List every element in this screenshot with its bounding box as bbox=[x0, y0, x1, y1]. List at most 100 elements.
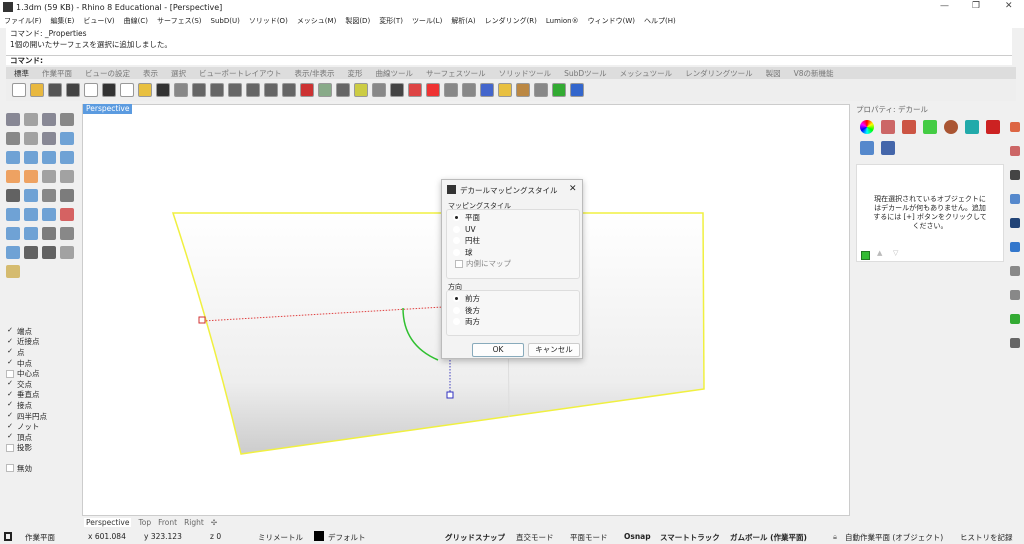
menu-item[interactable]: ヘルプ(H) bbox=[644, 16, 676, 26]
planar-toggle[interactable]: 平面モード bbox=[570, 532, 608, 543]
menu-item[interactable]: ファイル(F) bbox=[4, 16, 42, 26]
move-down-icon[interactable]: ▽ bbox=[893, 249, 898, 258]
toolbar-button-icon[interactable] bbox=[390, 83, 404, 97]
checkbox[interactable]: ✓ bbox=[6, 380, 14, 388]
toolbar-button-icon[interactable] bbox=[426, 83, 440, 97]
side-tab-icon[interactable] bbox=[1010, 266, 1020, 276]
toolbar-button-icon[interactable] bbox=[30, 83, 44, 97]
checkbox[interactable]: ✓ bbox=[6, 348, 14, 356]
osnap-item[interactable]: ✓ 接点 bbox=[2, 400, 80, 411]
side-tab-icon[interactable] bbox=[1010, 290, 1020, 300]
record-history-toggle[interactable]: ヒストリを記録 bbox=[960, 532, 1013, 543]
left-toolbar-tool-icon[interactable] bbox=[60, 170, 74, 183]
left-toolbar-tool-icon[interactable] bbox=[24, 113, 38, 126]
toolbar-button-icon[interactable] bbox=[498, 83, 512, 97]
toolbar-button-icon[interactable] bbox=[138, 83, 152, 97]
map-inside-checkbox[interactable]: 内側にマップ bbox=[447, 258, 579, 270]
toolbar-tab[interactable]: ビューポートレイアウト bbox=[199, 68, 282, 79]
radio-button[interactable] bbox=[453, 318, 460, 326]
toolbar-tab[interactable]: 表示 bbox=[143, 68, 158, 79]
left-toolbar-tool-icon[interactable] bbox=[24, 208, 38, 221]
left-toolbar-tool-icon[interactable] bbox=[6, 265, 20, 278]
grid-snap-toggle[interactable]: グリッドスナップ bbox=[445, 532, 505, 543]
side-tab-icon[interactable] bbox=[1010, 194, 1020, 204]
add-viewport-tab-icon[interactable]: ✣ bbox=[211, 518, 217, 527]
toolbar-button-icon[interactable] bbox=[48, 83, 62, 97]
toolbar-button-icon[interactable] bbox=[102, 83, 116, 97]
left-toolbar-tool-icon[interactable] bbox=[6, 170, 20, 183]
toolbar-tab[interactable]: 表示/非表示 bbox=[295, 68, 335, 79]
side-tab-icon[interactable] bbox=[1010, 242, 1020, 252]
toolbar-tab[interactable]: 作業平面 bbox=[42, 68, 72, 79]
mapping-style-radio[interactable]: 球 bbox=[447, 247, 579, 259]
toolbar-button-icon[interactable] bbox=[534, 83, 548, 97]
menu-item[interactable]: メッシュ(M) bbox=[297, 16, 337, 26]
toolbar-button-icon[interactable] bbox=[174, 83, 188, 97]
smarttrack-toggle[interactable]: スマートトラック bbox=[660, 532, 720, 543]
ok-button[interactable]: OK bbox=[472, 343, 524, 357]
restore-button[interactable]: ❐ bbox=[972, 1, 980, 11]
lock-icon[interactable]: 🔒︎ bbox=[833, 532, 837, 542]
left-toolbar-tool-icon[interactable] bbox=[24, 227, 38, 240]
left-toolbar-tool-icon[interactable] bbox=[6, 151, 20, 164]
toolbar-button-icon[interactable] bbox=[408, 83, 422, 97]
checkbox[interactable]: ✓ bbox=[6, 327, 14, 335]
menu-item[interactable]: 編集(E) bbox=[51, 16, 75, 26]
side-tab-icon[interactable] bbox=[1010, 170, 1020, 180]
toolbar-button-icon[interactable] bbox=[192, 83, 206, 97]
checkbox[interactable]: ✓ bbox=[6, 422, 14, 431]
checkbox[interactable]: ✓ bbox=[6, 412, 14, 420]
toolbar-tab[interactable]: 選択 bbox=[171, 68, 186, 79]
toolbar-button-icon[interactable] bbox=[318, 83, 332, 97]
osnap-item[interactable]: 中心点 bbox=[2, 368, 80, 379]
osnap-item[interactable]: ✓ 端点 bbox=[2, 326, 80, 337]
status-toggle-icon[interactable] bbox=[4, 532, 12, 541]
osnap-item[interactable]: ✓ 近接点 bbox=[2, 337, 80, 348]
toolbar-tab[interactable]: V8の新機能 bbox=[794, 68, 834, 79]
toolbar-button-icon[interactable] bbox=[372, 83, 386, 97]
toolbar-button-icon[interactable] bbox=[210, 83, 224, 97]
add-decal-icon[interactable] bbox=[861, 251, 870, 260]
viewport-label[interactable]: Perspective bbox=[83, 104, 133, 114]
menu-item[interactable]: ビュー(V) bbox=[83, 16, 114, 26]
checkbox[interactable] bbox=[6, 443, 14, 452]
cancel-button[interactable]: キャンセル bbox=[528, 343, 580, 357]
left-toolbar-tool-icon[interactable] bbox=[60, 227, 74, 240]
direction-radio[interactable]: 前方 bbox=[447, 293, 579, 305]
panel-tab-icon[interactable] bbox=[881, 120, 895, 134]
toolbar-button-icon[interactable] bbox=[120, 83, 134, 97]
checkbox[interactable]: ✓ bbox=[6, 401, 14, 409]
toolbar-tab[interactable]: ソリッドツール bbox=[499, 68, 552, 79]
side-tab-icon[interactable] bbox=[1010, 338, 1020, 348]
move-up-icon[interactable]: ▲ bbox=[877, 249, 882, 258]
toolbar-tab[interactable]: 変形 bbox=[348, 68, 363, 79]
osnap-item[interactable]: ✓ 中点 bbox=[2, 358, 80, 369]
osnap-item[interactable]: ✓ 交点 bbox=[2, 379, 80, 390]
left-toolbar-tool-icon[interactable] bbox=[60, 246, 74, 259]
left-toolbar-tool-icon[interactable] bbox=[24, 189, 38, 202]
mapping-style-radio[interactable]: 平面 bbox=[447, 212, 579, 224]
panel-tab-icon[interactable] bbox=[923, 120, 937, 134]
toolbar-button-icon[interactable] bbox=[480, 83, 494, 97]
direction-radio[interactable]: 両方 bbox=[447, 316, 579, 328]
toolbar-button-icon[interactable] bbox=[228, 83, 242, 97]
auto-cplane-toggle[interactable]: 自動作業平面 (オブジェクト) bbox=[845, 532, 943, 543]
left-toolbar-tool-icon[interactable] bbox=[24, 132, 38, 145]
close-button[interactable]: ✕ bbox=[1005, 1, 1013, 11]
toolbar-button-icon[interactable] bbox=[462, 83, 476, 97]
menu-item[interactable]: ソリッド(O) bbox=[249, 16, 288, 26]
panel-tab-icon[interactable] bbox=[881, 141, 895, 155]
toolbar-button-icon[interactable] bbox=[12, 83, 26, 97]
toolbar-tab[interactable]: 製図 bbox=[766, 68, 781, 79]
osnap-item[interactable]: ✓ 垂直点 bbox=[2, 390, 80, 401]
tab-top[interactable]: Top bbox=[138, 518, 151, 527]
left-toolbar-tool-icon[interactable] bbox=[6, 189, 20, 202]
tab-perspective[interactable]: Perspective bbox=[84, 518, 132, 527]
radio-button[interactable] bbox=[453, 306, 460, 314]
tab-front[interactable]: Front bbox=[158, 518, 177, 527]
mapping-style-radio[interactable]: UV bbox=[447, 224, 579, 236]
menu-item[interactable]: 製図(D) bbox=[345, 16, 370, 26]
left-toolbar-tool-icon[interactable] bbox=[6, 227, 20, 240]
side-tab-icon[interactable] bbox=[1010, 314, 1020, 324]
left-toolbar-tool-icon[interactable] bbox=[42, 132, 56, 145]
